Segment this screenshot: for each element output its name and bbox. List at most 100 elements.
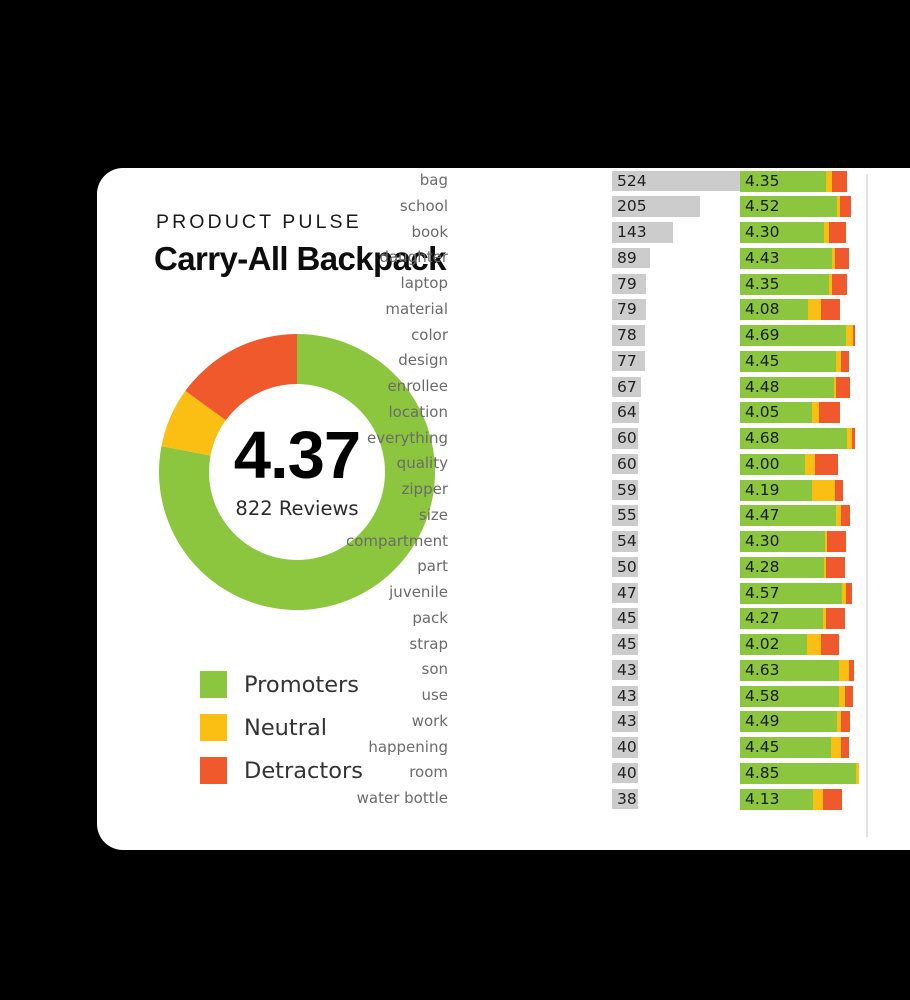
table-row[interactable]: design 77 4.45 <box>398 348 910 374</box>
table-row[interactable]: location 64 4.05 <box>388 400 910 426</box>
rating-bar-track: 4.05 <box>740 402 910 424</box>
rating-bar-track: 4.47 <box>740 505 910 527</box>
sentiment-segment-detractors <box>826 608 846 630</box>
term-label: book <box>411 222 448 241</box>
sentiment-segment-neutral <box>839 659 850 681</box>
table-row[interactable]: compartment 54 4.30 <box>346 529 910 555</box>
table-row[interactable]: juvenile 47 4.57 <box>389 580 910 606</box>
rating-value: 4.85 <box>745 763 780 782</box>
table-row[interactable]: bag 524 4.35 <box>420 168 910 194</box>
rating-bar-track: 4.00 <box>740 453 910 475</box>
mentions-value: 205 <box>617 197 647 216</box>
mentions-value: 50 <box>617 557 637 576</box>
table-row[interactable]: use 43 4.58 <box>421 683 910 709</box>
table-row[interactable]: daughter 89 4.43 <box>379 245 910 271</box>
legend-item-label: Detractors <box>244 757 363 784</box>
rating-bar-track: 4.43 <box>740 247 910 269</box>
sentiment-segment-neutral <box>808 299 822 321</box>
rating-bar-track: 4.48 <box>740 376 910 398</box>
rating-bar-track: 4.85 <box>740 762 910 784</box>
term-label: compartment <box>345 531 448 550</box>
sentiment-segment-detractors <box>832 170 847 192</box>
mentions-value: 60 <box>617 429 637 447</box>
table-row[interactable]: book 143 4.30 <box>411 220 910 246</box>
table-row[interactable]: room 40 4.85 <box>409 760 910 786</box>
table-row[interactable]: zipper 59 4.19 <box>402 477 910 503</box>
rating-value: 4.08 <box>745 300 780 319</box>
table-row[interactable]: work 43 4.49 <box>412 709 910 735</box>
legend-swatch-icon <box>200 671 227 698</box>
sentiment-segment-detractors <box>834 479 844 501</box>
sentiment-segment-detractors <box>840 350 850 372</box>
sentiment-segment-neutral <box>811 402 819 424</box>
rating-bar-track: 4.30 <box>740 222 910 243</box>
term-label: material <box>385 299 448 318</box>
table-row[interactable]: pack 45 4.27 <box>412 606 910 632</box>
table-row[interactable]: everything 60 4.68 <box>367 426 910 452</box>
table-row[interactable]: size 55 4.47 <box>419 503 910 529</box>
mentions-value: 40 <box>617 738 637 756</box>
rating-value: 4.47 <box>745 506 780 525</box>
table-row[interactable]: school 205 4.52 <box>400 194 910 220</box>
rating-bar-track: 4.69 <box>740 325 910 346</box>
sentiment-segment-detractors <box>840 196 852 218</box>
sentiment-segment-detractors <box>823 788 842 810</box>
term-label: use <box>421 686 448 704</box>
mentions-value: 60 <box>617 454 637 473</box>
table-row[interactable]: enrollee 67 4.48 <box>387 374 910 400</box>
mentions-value: 47 <box>617 583 637 602</box>
mentions-value: 43 <box>617 686 637 705</box>
rating-value: 4.57 <box>745 583 780 602</box>
sentiment-segment-detractors <box>840 711 851 733</box>
sentiment-segment-neutral <box>830 737 841 758</box>
rating-bar-track: 4.68 <box>740 428 910 449</box>
rating-value: 4.45 <box>745 738 780 756</box>
rating-bar-track: 4.30 <box>740 531 910 552</box>
rating-value: 4.35 <box>745 274 780 293</box>
mentions-value: 43 <box>617 660 637 679</box>
rating-value: 4.63 <box>745 660 780 679</box>
term-label: design <box>398 351 448 370</box>
legend-swatch-icon <box>200 757 227 784</box>
rating-bar-track: 4.57 <box>740 582 910 604</box>
sentiment-segment-neutral <box>812 479 835 501</box>
table-row[interactable]: strap 45 4.02 <box>409 632 910 658</box>
table-row[interactable]: color 78 4.69 <box>411 323 910 349</box>
term-label: laptop <box>400 274 448 292</box>
table-row[interactable]: quality 60 4.00 <box>397 451 910 477</box>
mentions-value: 45 <box>617 635 637 653</box>
table-row[interactable]: laptop 79 4.35 <box>401 271 910 297</box>
sentiment-segment-detractors <box>826 531 846 552</box>
rating-value: 4.43 <box>745 248 780 267</box>
rating-value: 4.58 <box>745 686 780 705</box>
sentiment-segment-neutral <box>855 762 860 784</box>
sentiment-segment-detractors <box>853 325 856 346</box>
table-row[interactable]: water bottle 38 4.13 <box>357 786 910 812</box>
sentiment-segment-neutral <box>807 634 822 655</box>
sentiment-segment-detractors <box>821 634 839 655</box>
table-row[interactable]: happening 40 4.45 <box>368 735 910 761</box>
table-row[interactable]: son 43 4.63 <box>422 657 910 683</box>
rating-value: 4.30 <box>745 532 780 550</box>
term-label: quality <box>396 454 448 473</box>
rating-value: 4.00 <box>745 454 780 473</box>
term-label: pack <box>412 608 448 627</box>
legend-swatch-icon <box>200 714 227 741</box>
mentions-value: 79 <box>617 300 637 319</box>
sentiment-segment-detractors <box>849 659 854 681</box>
table-row[interactable]: part 50 4.28 <box>417 554 910 580</box>
rating-value: 4.05 <box>745 403 780 422</box>
term-label: work <box>411 711 448 730</box>
rating-value: 4.19 <box>745 480 780 499</box>
sentiment-segment-detractors <box>818 402 840 424</box>
mentions-value: 45 <box>617 609 637 628</box>
term-label: part <box>417 557 448 576</box>
rating-bar-track: 4.49 <box>740 711 910 733</box>
mentions-value: 143 <box>617 223 647 241</box>
rating-bar-track: 4.35 <box>740 170 910 192</box>
rating-value: 4.27 <box>745 609 780 628</box>
legend-item-label: Promoters <box>244 671 360 698</box>
table-row[interactable]: material 79 4.08 <box>385 297 910 323</box>
sentiment-segment-detractors <box>844 685 853 707</box>
legend-item-label: Neutral <box>244 714 328 741</box>
